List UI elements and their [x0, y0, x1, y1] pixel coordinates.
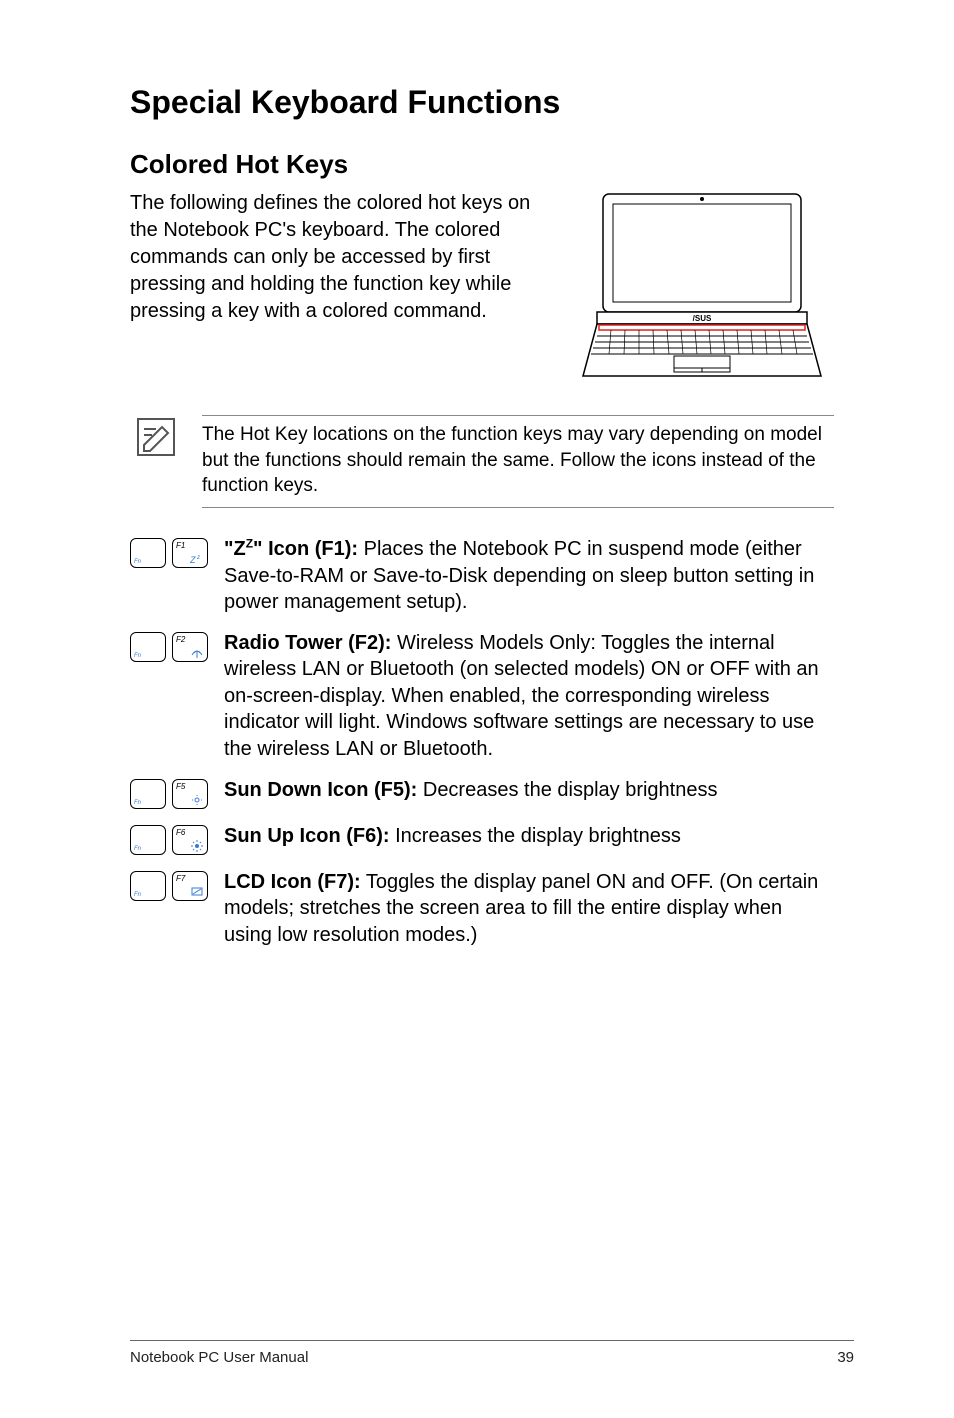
svg-text:z: z	[196, 555, 200, 561]
page-title: Special Keyboard Functions	[130, 84, 834, 121]
hotkey-f6-description: Sun Up Icon (F6): Increases the display …	[224, 823, 834, 850]
fn-key-icon	[130, 779, 166, 809]
svg-text:Z: Z	[190, 555, 196, 565]
footer-left: Notebook PC User Manual	[130, 1349, 308, 1366]
sun-down-icon	[190, 793, 204, 805]
fn-key-icon	[130, 632, 166, 662]
f1-key-icon: F1 Zz	[172, 538, 208, 568]
section-heading: Colored Hot Keys	[130, 149, 834, 180]
svg-text:/SUS: /SUS	[693, 314, 712, 323]
fn-key-icon	[130, 871, 166, 901]
zz-icon: Zz	[190, 552, 204, 564]
fn-key-icon	[130, 825, 166, 855]
hotkey-f7-description: LCD Icon (F7): Toggles the display panel…	[224, 869, 834, 949]
hotkey-f1-description: "ZZ" Icon (F1): Places the Notebook PC i…	[224, 536, 834, 616]
hotkey-f2-description: Radio Tower (F2): Wireless Models Only: …	[224, 630, 834, 763]
lcd-icon	[190, 885, 204, 897]
note-icon	[134, 415, 178, 459]
radio-tower-icon	[190, 646, 204, 658]
f6-key-icon: F6	[172, 825, 208, 855]
fn-key-icon	[130, 538, 166, 568]
note-text: The Hot Key locations on the function ke…	[202, 415, 834, 508]
page-number: 39	[837, 1349, 854, 1366]
intro-paragraph: The following defines the colored hot ke…	[130, 190, 549, 325]
f2-key-icon: F2	[172, 632, 208, 662]
laptop-illustration: /SUS	[569, 190, 834, 385]
f7-key-icon: F7	[172, 871, 208, 901]
sun-up-icon	[190, 839, 204, 851]
f5-key-icon: F5	[172, 779, 208, 809]
hotkey-f5-description: Sun Down Icon (F5): Decreases the displa…	[224, 777, 834, 804]
